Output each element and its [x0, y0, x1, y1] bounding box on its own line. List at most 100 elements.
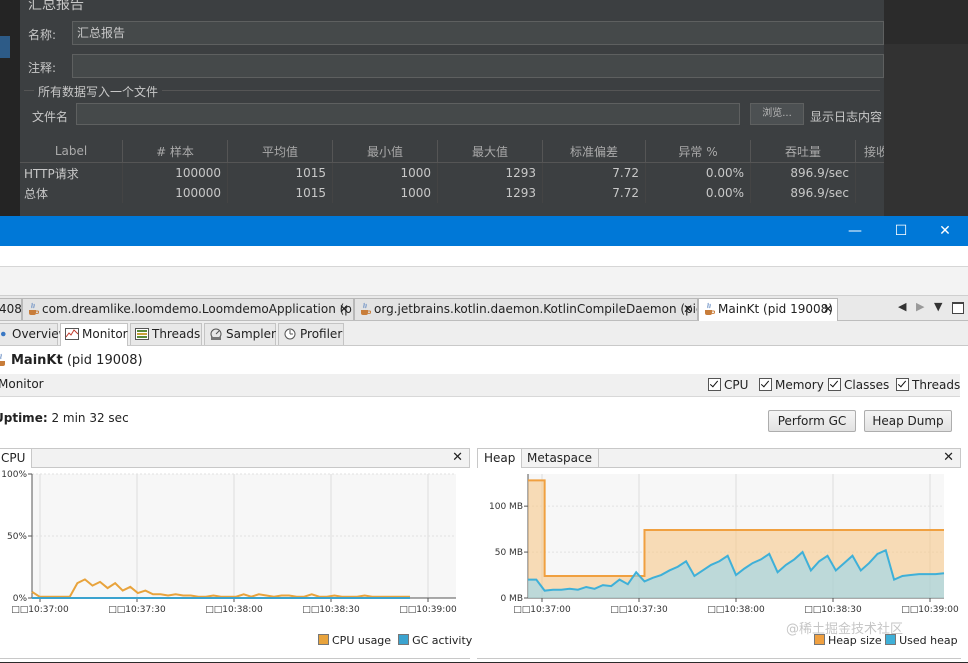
browse-button[interactable]: 浏览... — [750, 103, 804, 125]
checkbox-classes[interactable]: Classes — [828, 377, 889, 393]
minimize-button[interactable]: — — [832, 216, 878, 246]
doc-tab-loomdemo[interactable]: com.dreamlike.loomdemo.LoomdemoApplicati… — [22, 298, 354, 320]
table-header[interactable]: Label — [20, 140, 123, 163]
table-row[interactable]: HTTP请求 100000 1015 1000 1293 7.72 0.00% 896.9/s… — [20, 162, 897, 183]
table-cell: 100000 — [122, 162, 228, 183]
table-header[interactable]: 最小值 — [332, 140, 438, 163]
comment-input[interactable] — [72, 54, 884, 78]
legend-label: Used heap — [899, 634, 958, 647]
y-tick-label: 50% — [7, 532, 27, 542]
table-cell: 1293 — [437, 162, 543, 183]
scroll-right-icon[interactable]: ▶ — [916, 300, 924, 313]
table-row[interactable]: 总体 100000 1015 1000 1293 7.72 0.00% 896.9/sec — [20, 183, 897, 203]
checkbox-label: Classes — [844, 378, 890, 392]
next-panel-edge — [477, 658, 961, 663]
table-header[interactable]: 最大值 — [437, 140, 543, 163]
checkbox-cpu[interactable]: CPU — [708, 377, 748, 393]
tab-label: Sampler — [226, 327, 276, 341]
filename-input[interactable] — [76, 103, 740, 125]
monitor-icon — [65, 328, 79, 340]
monitor-label: Monitor — [0, 377, 44, 391]
x-tick-label: □□10:37:00 — [513, 605, 571, 615]
tab-profiler[interactable]: Profiler — [278, 323, 344, 345]
panel-title: 汇总报告 — [28, 0, 84, 13]
app-heading: MainKt (pid 19008) — [0, 353, 143, 368]
document-tabs: 408) com.dreamlike.loomdemo.LoomdemoAppl… — [0, 296, 968, 321]
x-tick-label: □□10:37:30 — [108, 605, 166, 615]
app-pid: (pid 19008) — [66, 353, 143, 368]
metaspace-tab[interactable]: Metaspace — [521, 449, 599, 468]
y-tick-label: 100 MB — [489, 502, 523, 512]
x-tick-label: □□10:38:00 — [707, 605, 765, 615]
java-cup-icon — [705, 302, 715, 315]
checkbox-threads[interactable]: Threads — [896, 377, 960, 393]
name-input[interactable]: 汇总报告 — [72, 21, 884, 45]
heap-tab[interactable]: Heap — [478, 449, 523, 468]
tab-threads[interactable]: Threads — [130, 323, 202, 345]
tab-label: Monitor — [82, 327, 128, 341]
x-tick-label: □□10:37:30 — [610, 605, 668, 615]
java-cup-icon — [0, 353, 5, 366]
heap-dump-button[interactable]: Heap Dump — [864, 410, 952, 432]
table-cell: 7.72 — [542, 162, 646, 183]
checkbox-label: Memory — [775, 378, 824, 392]
doc-tab-label: org.jetbrains.kotlin.daemon.KotlinCompil… — [374, 302, 697, 316]
y-tick-label: 0% — [13, 594, 28, 604]
table-header[interactable]: # 样本 — [122, 140, 228, 163]
tab-monitor[interactable]: Monitor — [60, 323, 128, 346]
x-tick-label: □□10:39:00 — [901, 605, 959, 615]
legend-label: GC activity — [412, 634, 473, 647]
doc-tab-kotlin-daemon[interactable]: org.jetbrains.kotlin.daemon.KotlinCompil… — [354, 298, 698, 320]
maximize-button[interactable]: ☐ — [878, 216, 924, 246]
legend-label: CPU usage — [332, 634, 392, 647]
title-bar: — ☐ ✕ — [0, 216, 968, 246]
table-cell: 1015 — [227, 183, 333, 203]
x-tick-label: □□10:39:00 — [399, 605, 457, 615]
doc-tab-label: com.dreamlike.loomdemo.LoomdemoApplicati… — [42, 302, 353, 316]
close-chart-icon[interactable]: ✕ — [943, 449, 954, 467]
table-header[interactable]: 吞吐量 — [750, 140, 856, 163]
y-tick-label: 50 MB — [495, 548, 523, 558]
doc-tab-mainkt[interactable]: MainKt (pid 19008) ✕ — [698, 298, 838, 321]
table-cell: 1000 — [332, 183, 438, 203]
gc-activity-swatch — [398, 634, 410, 645]
x-tick-label: □□10:38:30 — [804, 605, 862, 615]
close-tab-icon[interactable]: ✕ — [339, 299, 349, 319]
table-cell: 896.9/sec — [750, 162, 856, 183]
table-cell: 总体 — [20, 183, 123, 203]
tab-sampler[interactable]: Sampler — [204, 323, 276, 345]
close-tab-icon[interactable]: ✕ — [683, 299, 693, 319]
comment-label: 注释: — [28, 61, 57, 75]
y-tick-label: 0 MB — [500, 594, 523, 604]
close-button[interactable]: ✕ — [922, 216, 968, 246]
doc-tab-label: 408) — [0, 302, 22, 316]
table-header[interactable]: 标准偏差 — [542, 140, 646, 163]
x-tick-label: □□10:37:00 — [11, 605, 69, 615]
table-header[interactable]: 平均值 — [227, 140, 333, 163]
close-tab-icon[interactable]: ✕ — [823, 299, 833, 319]
table-cell: 1293 — [437, 183, 543, 203]
scroll-left-icon[interactable]: ◀ — [898, 300, 906, 313]
uptime-value: 2 min 32 sec — [51, 411, 129, 425]
doc-tab-0[interactable]: 408) — [0, 298, 22, 320]
next-panel-edge — [0, 658, 470, 663]
checkbox-label: CPU — [724, 378, 749, 392]
app-name: MainKt — [11, 353, 63, 368]
maximize-view-icon[interactable] — [952, 302, 964, 314]
jmeter-window: 汇总报告 名称: 汇总报告 注释: 所有数据写入一个文件 文件名 浏览... 显… — [0, 0, 968, 216]
cpu-chart-header: CPU ✕ — [0, 448, 470, 468]
tab-overview[interactable]: Overview — [0, 323, 69, 345]
tab-list-icon[interactable]: ▼ — [934, 300, 942, 313]
name-label: 名称: — [28, 28, 57, 42]
checkbox-memory[interactable]: Memory — [759, 377, 824, 393]
profiler-icon — [284, 328, 296, 340]
perform-gc-button[interactable]: Perform GC — [768, 410, 856, 432]
show-log-label[interactable]: 显示日志内容 — [810, 108, 882, 125]
table-cell: HTTP请求 — [20, 162, 123, 183]
monitor-view: MainKt (pid 19008) Monitor CPU Memory Cl… — [0, 346, 968, 662]
cpu-legend: CPU usage GC activity — [318, 634, 472, 647]
close-chart-icon[interactable]: ✕ — [452, 449, 463, 467]
table-header[interactable]: 异常 % — [645, 140, 751, 163]
watermark: @稀土掘金技术社区 — [786, 622, 904, 637]
cpu-tab[interactable]: CPU — [0, 449, 33, 468]
